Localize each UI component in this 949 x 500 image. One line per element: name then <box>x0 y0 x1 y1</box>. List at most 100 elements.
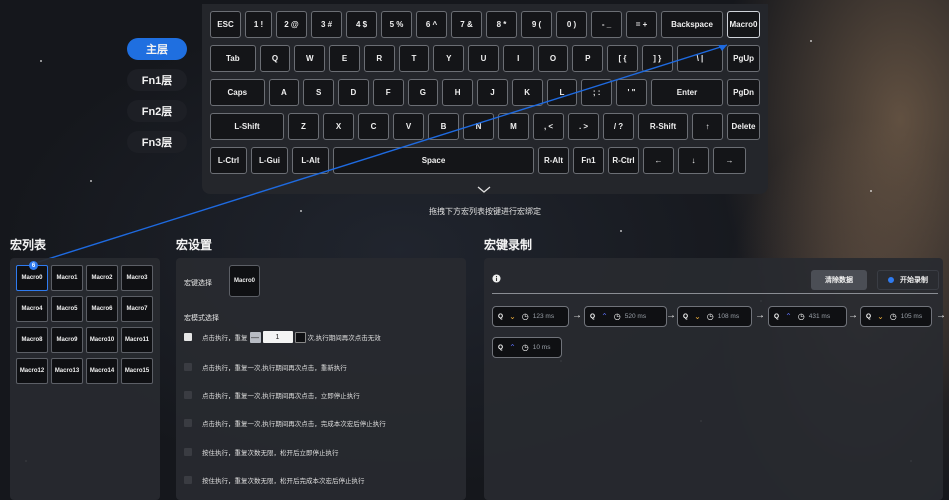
collapse-chevron-icon[interactable] <box>477 186 491 194</box>
macro-key[interactable]: Macro12 <box>16 358 48 384</box>
record-step[interactable]: Q ⌄ ◷ 123 ms <box>492 306 569 327</box>
key[interactable]: Tab <box>210 45 256 72</box>
key[interactable]: ESC <box>210 11 241 38</box>
key[interactable]: R-Ctrl <box>608 147 639 174</box>
mode-checkbox[interactable] <box>184 391 192 399</box>
key[interactable]: D <box>338 79 369 106</box>
macro-key[interactable]: Macro9 <box>51 327 83 353</box>
key[interactable]: W <box>294 45 326 72</box>
selected-macro-key[interactable]: Macro0 <box>229 265 260 297</box>
macro-key[interactable]: Macro14 <box>86 358 118 384</box>
key[interactable]: Backspace <box>661 11 723 38</box>
key[interactable]: Caps <box>210 79 265 106</box>
key[interactable]: ' " <box>616 79 647 106</box>
key[interactable]: [ { <box>607 45 638 72</box>
mode-checkbox[interactable] <box>184 448 192 456</box>
macro-key[interactable]: Macro2 <box>86 265 118 291</box>
key[interactable]: R-Shift <box>638 113 688 140</box>
key[interactable]: ↓ <box>678 147 709 174</box>
key[interactable]: Z <box>288 113 319 140</box>
mode-option-2[interactable]: 点击执行，重复一次,执行期间再次点击，重新执行 <box>184 360 347 374</box>
key[interactable]: H <box>442 79 474 106</box>
key[interactable]: = + <box>626 11 657 38</box>
repeat-increment-button[interactable] <box>294 331 306 343</box>
key[interactable]: L-Gui <box>251 147 288 174</box>
key[interactable]: PgUp <box>727 45 760 72</box>
key[interactable]: ↑ <box>692 113 723 140</box>
macro-key[interactable]: Macro13 <box>51 358 83 384</box>
info-icon[interactable] <box>492 274 501 283</box>
record-step[interactable]: Q ⌄ ◷ 108 ms <box>677 306 752 327</box>
key[interactable]: \ | <box>676 45 724 72</box>
key[interactable]: F <box>372 79 404 106</box>
layer-fn1-button[interactable]: Fn1层 <box>127 69 187 91</box>
key[interactable]: A <box>268 79 300 106</box>
macro-key[interactable]: Macro1 <box>51 265 83 291</box>
record-step[interactable]: Q ⌃ ◷ 431 ms <box>768 306 847 327</box>
layer-fn3-button[interactable]: Fn3层 <box>127 131 187 153</box>
mode-option-1[interactable]: 点击执行，重复 — 1 次,执行期间再次点击无效 <box>184 330 381 344</box>
key[interactable]: T <box>398 45 430 72</box>
layer-main-button[interactable]: 主层 <box>127 38 187 60</box>
macro-key[interactable]: Macro8 <box>16 327 48 353</box>
record-step[interactable]: Q ⌄ ◷ 105 ms <box>860 306 932 327</box>
key[interactable]: 6 ^ <box>416 11 447 38</box>
macro-key[interactable]: Macro15 <box>121 358 153 384</box>
key[interactable]: V <box>393 113 424 140</box>
key-space[interactable]: Space <box>333 147 534 174</box>
layer-fn2-button[interactable]: Fn2层 <box>127 100 187 122</box>
key[interactable]: Q <box>259 45 291 72</box>
key[interactable]: B <box>428 113 459 140</box>
macro-key[interactable]: Macro4 <box>16 296 48 322</box>
key[interactable]: I <box>502 45 534 72</box>
key[interactable]: ← <box>643 147 674 174</box>
macro-key[interactable]: Macro6 <box>86 296 118 322</box>
mode-checkbox-checked[interactable] <box>184 333 192 341</box>
key-macro0-bound[interactable]: Macro0 <box>727 11 760 38</box>
mode-option-4[interactable]: 点击执行，重复一次,执行期间再次点击，完成本次宏后停止执行 <box>184 416 386 430</box>
mode-checkbox[interactable] <box>184 363 192 371</box>
key[interactable]: 5 % <box>381 11 412 38</box>
key[interactable]: 8 * <box>486 11 517 38</box>
key[interactable]: Fn1 <box>573 147 604 174</box>
key[interactable]: K <box>511 79 543 106</box>
mode-option-3[interactable]: 点击执行，重复一次,执行期间再次点击，立即停止执行 <box>184 388 360 402</box>
key[interactable]: ; : <box>581 79 613 106</box>
key[interactable]: N <box>463 113 494 140</box>
key[interactable]: L-Shift <box>210 113 284 140</box>
macro-key-selected[interactable]: 6 Macro0 <box>16 261 48 291</box>
key[interactable]: C <box>358 113 389 140</box>
key[interactable]: , < <box>533 113 564 140</box>
key[interactable]: - _ <box>591 11 622 38</box>
key[interactable]: 1 ! <box>245 11 272 38</box>
key[interactable]: 2 @ <box>276 11 307 38</box>
key[interactable]: 9 ( <box>521 11 552 38</box>
key[interactable]: . > <box>568 113 599 140</box>
record-step[interactable]: Q ⌃ ◷ 10 ms <box>492 337 562 358</box>
key[interactable]: 3 # <box>311 11 342 38</box>
mode-checkbox[interactable] <box>184 476 192 484</box>
macro-key[interactable]: Macro7 <box>121 296 153 322</box>
key[interactable]: R-Alt <box>538 147 569 174</box>
key[interactable]: 0 ) <box>556 11 587 38</box>
key[interactable]: ] } <box>641 45 673 72</box>
key[interactable]: L <box>546 79 578 106</box>
key[interactable]: R <box>363 45 395 72</box>
key[interactable]: O <box>537 45 569 72</box>
key[interactable]: Y <box>433 45 465 72</box>
repeat-decrement-button[interactable]: — <box>249 331 261 343</box>
key[interactable]: P <box>572 45 604 72</box>
key[interactable]: Delete <box>727 113 760 140</box>
key[interactable]: S <box>303 79 335 106</box>
key[interactable]: L-Alt <box>292 147 329 174</box>
macro-key[interactable]: Macro3 <box>121 265 153 291</box>
record-step[interactable]: Q ⌃ ◷ 520 ms <box>584 306 667 327</box>
macro-key[interactable]: Macro5 <box>51 296 83 322</box>
start-record-button[interactable]: 开始录制 <box>877 270 939 290</box>
clear-data-button[interactable]: 清除数据 <box>811 270 867 290</box>
key[interactable]: E <box>329 45 360 72</box>
key[interactable]: PgDn <box>727 79 760 106</box>
key[interactable]: Enter <box>650 79 724 106</box>
key[interactable]: 7 & <box>451 11 482 38</box>
key[interactable]: M <box>498 113 529 140</box>
